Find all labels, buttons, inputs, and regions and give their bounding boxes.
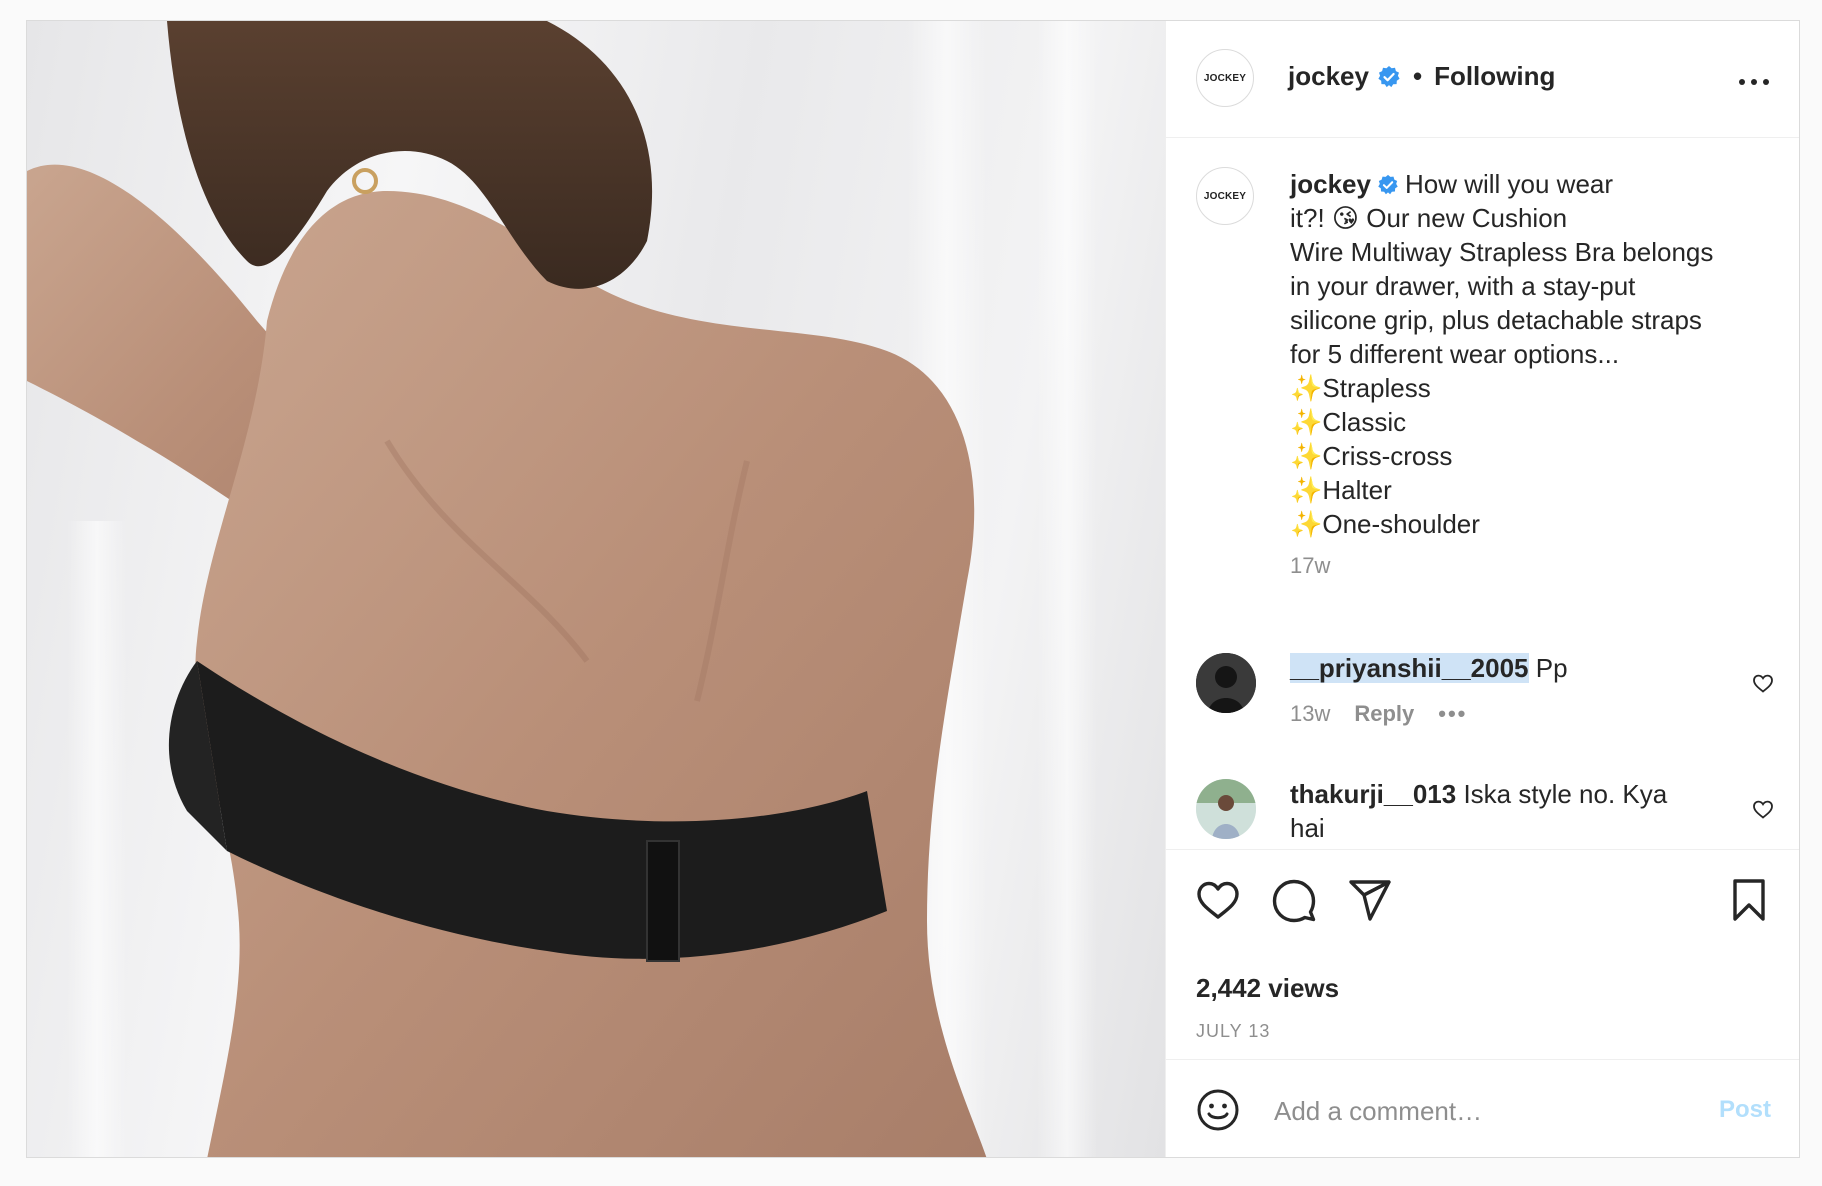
post-photo-illustration [27,21,1097,1157]
caption-line: silicone grip, plus detachable straps [1290,305,1702,335]
caption-avatar[interactable]: JOCKEY [1196,167,1254,225]
comment-more-button[interactable]: ••• [1438,701,1467,727]
caption-line: ✨One-shoulder [1290,509,1480,539]
reply-button[interactable]: Reply [1354,701,1414,727]
save-bookmark-icon[interactable] [1725,876,1773,924]
comment-body: Iska style no. Kya [1463,779,1668,809]
caption-line: in your drawer, with a stay-put [1290,271,1636,301]
post-date[interactable]: JULY 13 [1196,1021,1270,1042]
add-comment-bar: Post [1166,1059,1799,1157]
comment-body: Pp [1535,653,1568,683]
caption-line: it?! 😘 Our new Cushion [1290,203,1568,233]
caption-line-1: jockey How will you wear [1290,167,1760,201]
add-comment-input[interactable] [1272,1090,1676,1132]
caption-line: ✨Strapless [1290,373,1431,403]
emoji-icon[interactable] [1196,1088,1240,1132]
verified-badge-icon [1378,65,1400,87]
following-button[interactable]: Following [1434,61,1555,92]
caption-text: How will you wear [1404,169,1614,199]
action-bar [1166,849,1799,923]
comment-icon[interactable] [1270,876,1318,924]
comment-username[interactable]: thakurji__013 [1290,779,1456,809]
comment-body-continued: hai [1290,813,1325,843]
like-icon[interactable] [1194,876,1242,924]
comment-text: thakurji__013 Iska style no. Kya hai [1290,777,1710,845]
header-user-line: jockey • Following [1288,61,1555,92]
commenter-avatar[interactable] [1196,779,1256,839]
header-separator: • [1412,61,1423,91]
caption-line: ✨Criss-cross [1290,441,1453,471]
share-icon[interactable] [1346,876,1394,924]
view-count[interactable]: 2,442 views [1196,973,1339,1004]
verified-badge-icon [1378,174,1398,195]
post-comment-button[interactable]: Post [1719,1096,1771,1124]
commenter-avatar-image [1196,779,1256,839]
post-image[interactable] [27,21,1165,1157]
caption-line: Wire Multiway Strapless Bra belongs [1290,237,1714,267]
caption-line: for 5 different wear options... [1290,339,1620,369]
commenter-avatar-image [1196,653,1256,713]
caption-avatar-text: JOCKEY [1203,190,1247,202]
comment-time[interactable]: 13w [1290,701,1330,727]
more-options-icon[interactable] [1739,79,1769,85]
account-avatar[interactable]: JOCKEY [1196,49,1254,107]
caption: jockey How will you wear it?! 😘 Our new C… [1290,167,1760,583]
post-card: JOCKEY jockey • Following JOCKEY jockey H… [26,20,1800,1158]
heart-icon[interactable] [1751,797,1775,821]
caption-username[interactable]: jockey [1290,169,1371,199]
caption-line: ✨Halter [1290,475,1392,505]
comment-text: __priyanshii__2005 Pp [1290,651,1710,685]
comment-meta: 13w Reply ••• [1290,701,1467,727]
account-avatar-text: JOCKEY [1203,72,1247,84]
post-header: JOCKEY jockey • Following [1166,21,1799,138]
header-username[interactable]: jockey [1288,61,1369,92]
comment-username[interactable]: __priyanshii__2005 [1290,653,1529,683]
commenter-avatar[interactable] [1196,653,1256,713]
caption-timestamp[interactable]: 17w [1290,549,1760,583]
caption-line: ✨Classic [1290,407,1407,437]
heart-icon[interactable] [1751,671,1775,695]
post-side-panel: JOCKEY jockey • Following JOCKEY jockey H… [1165,21,1799,1157]
